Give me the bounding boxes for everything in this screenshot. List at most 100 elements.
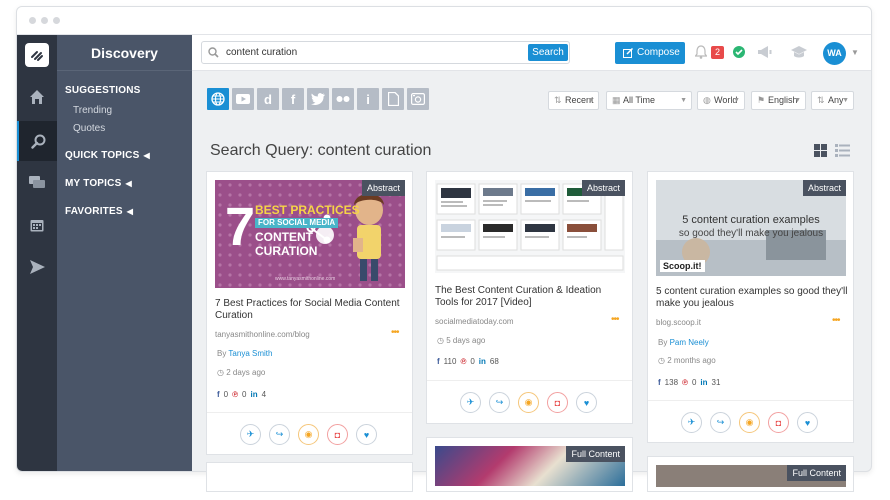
- search-button[interactable]: Search: [528, 44, 568, 61]
- preview-icon[interactable]: ◉: [298, 424, 319, 445]
- flickr-icon[interactable]: [332, 88, 354, 110]
- content-card[interactable]: 7 BEST PRACTICES FOR SOCIAL MEDIA CONTEN…: [206, 171, 413, 455]
- quick-topics-toggle[interactable]: QUICK TOPICS ◀: [65, 150, 150, 161]
- pinterest-icon: ℗: [460, 357, 467, 366]
- instagram-icon[interactable]: [407, 88, 429, 110]
- sidebar-item-quotes[interactable]: Quotes: [73, 123, 105, 134]
- window-dot[interactable]: [29, 17, 36, 24]
- language-select[interactable]: ⚑ English ▼: [751, 91, 806, 110]
- card-title[interactable]: 5 content curation examples so good they…: [656, 286, 848, 310]
- card-thumbnail[interactable]: 7 BEST PRACTICES FOR SOCIAL MEDIA CONTEN…: [215, 180, 405, 288]
- preview-icon[interactable]: ◉: [739, 412, 760, 433]
- search-input[interactable]: content curation: [226, 47, 297, 58]
- preview-icon[interactable]: ◉: [518, 392, 539, 413]
- schedule-icon[interactable]: ✈: [681, 412, 702, 433]
- share-icon[interactable]: ↪: [489, 392, 510, 413]
- megaphone-icon[interactable]: [757, 46, 772, 58]
- schedule-icon[interactable]: ✈: [460, 392, 481, 413]
- graduation-cap-icon[interactable]: [791, 46, 807, 58]
- compose-label: Compose: [637, 47, 680, 58]
- more-options-icon[interactable]: •••: [391, 327, 399, 338]
- card-source[interactable]: blog.scoop.it: [656, 318, 701, 327]
- facebook-icon: f: [658, 378, 661, 387]
- content-card[interactable]: Full Content: [426, 437, 633, 492]
- card-title[interactable]: The Best Content Curation & Ideation Too…: [435, 285, 627, 309]
- favorite-icon[interactable]: ♥: [356, 424, 377, 445]
- i-icon[interactable]: i: [357, 88, 379, 110]
- facebook-count: 138: [664, 378, 679, 387]
- linkedin-icon: in: [250, 390, 258, 399]
- suggestions-heading[interactable]: SUGGESTIONS: [65, 85, 141, 96]
- more-options-icon[interactable]: •••: [611, 314, 619, 325]
- favorites-toggle[interactable]: FAVORITES ◀: [65, 206, 133, 217]
- card-thumbnail[interactable]: Abstract: [435, 180, 625, 273]
- card-source[interactable]: tanyasmithonline.com/blog: [215, 330, 310, 339]
- clock-icon: ◷: [437, 336, 444, 345]
- avatar[interactable]: WA: [823, 42, 846, 65]
- facebook-icon[interactable]: f: [282, 88, 304, 110]
- favorites-label: FAVORITES: [65, 206, 123, 217]
- card-thumbnail[interactable]: 5 content curation examples so good they…: [656, 180, 846, 276]
- caret-left-icon: ◀: [143, 151, 150, 160]
- grid-view-icon[interactable]: [814, 144, 827, 157]
- chat-icon[interactable]: [17, 163, 57, 203]
- author-link[interactable]: Pam Neely: [670, 338, 709, 347]
- card-title[interactable]: 7 Best Practices for Social Media Conten…: [215, 298, 405, 322]
- divider: [207, 412, 412, 413]
- calendar-icon[interactable]: [17, 205, 57, 245]
- app-logo[interactable]: [25, 43, 49, 67]
- region-select[interactable]: ◍ World ▼: [697, 91, 745, 110]
- check-circle-icon[interactable]: [733, 46, 745, 58]
- content-card[interactable]: [206, 462, 413, 492]
- share-counts: f 138 ℗ 0 in 31: [658, 378, 720, 387]
- bell-icon[interactable]: [695, 45, 707, 59]
- content-card[interactable]: 5 content curation examples so good they…: [647, 171, 854, 443]
- search-box[interactable]: content curation Search: [201, 41, 570, 64]
- document-icon[interactable]: [382, 88, 404, 110]
- card-source[interactable]: socialmediatoday.com: [435, 317, 514, 326]
- thumb-line: 5 content curation examples: [682, 214, 820, 226]
- content-card[interactable]: Full Content: [647, 456, 854, 492]
- pocket-icon[interactable]: ◘: [768, 412, 789, 433]
- author-link[interactable]: Tanya Smith: [228, 349, 272, 358]
- favorite-icon[interactable]: ♥: [576, 392, 597, 413]
- share-icon[interactable]: ↪: [269, 424, 290, 445]
- sidebar-title: Discovery: [57, 35, 192, 71]
- byline-label: By: [658, 338, 668, 347]
- youtube-icon[interactable]: [232, 88, 254, 110]
- sidebar-item-trending[interactable]: Trending: [73, 105, 112, 116]
- content-card[interactable]: Abstract The Best Content Curation & Ide…: [426, 171, 633, 424]
- chevron-down-icon[interactable]: ▼: [851, 48, 859, 57]
- window-dot[interactable]: [53, 17, 60, 24]
- compose-button[interactable]: Compose: [615, 42, 685, 64]
- type-select[interactable]: ⇅ Any ▼: [811, 91, 854, 110]
- globe-icon: ◍: [703, 95, 711, 105]
- thumb-line: so good they'll make you jealous: [678, 228, 824, 239]
- sort-icon: ⇅: [817, 95, 825, 105]
- globe-icon[interactable]: [207, 88, 229, 110]
- pinterest-count: 0: [470, 357, 475, 366]
- my-topics-toggle[interactable]: MY TOPICS ◀: [65, 178, 132, 189]
- clock-icon: ◷: [658, 356, 665, 365]
- card-thumbnail[interactable]: Full Content: [435, 446, 625, 486]
- card-thumbnail[interactable]: Full Content: [656, 465, 846, 487]
- twitter-icon[interactable]: [307, 88, 329, 110]
- share-icon[interactable]: ↪: [710, 412, 731, 433]
- schedule-icon[interactable]: ✈: [240, 424, 261, 445]
- time-range-select[interactable]: ▦ All Time ▼: [606, 91, 692, 110]
- pocket-icon[interactable]: ◘: [547, 392, 568, 413]
- chevron-down-icon: ▼: [842, 97, 849, 104]
- pocket-icon[interactable]: ◘: [327, 424, 348, 445]
- share-counts: f0 ℗ 0 in 4: [217, 390, 266, 399]
- flag-icon: ⚑: [757, 95, 766, 105]
- more-options-icon[interactable]: •••: [832, 315, 840, 326]
- home-icon[interactable]: [17, 77, 57, 117]
- window-dot[interactable]: [41, 17, 48, 24]
- send-icon[interactable]: [17, 247, 57, 287]
- content-type-badge: Abstract: [581, 180, 625, 196]
- sort-select[interactable]: ⇅ Recent ▼: [548, 91, 599, 110]
- favorite-icon[interactable]: ♥: [797, 412, 818, 433]
- search-icon[interactable]: [17, 121, 57, 161]
- list-view-icon[interactable]: [835, 144, 850, 157]
- d-icon[interactable]: d: [257, 88, 279, 110]
